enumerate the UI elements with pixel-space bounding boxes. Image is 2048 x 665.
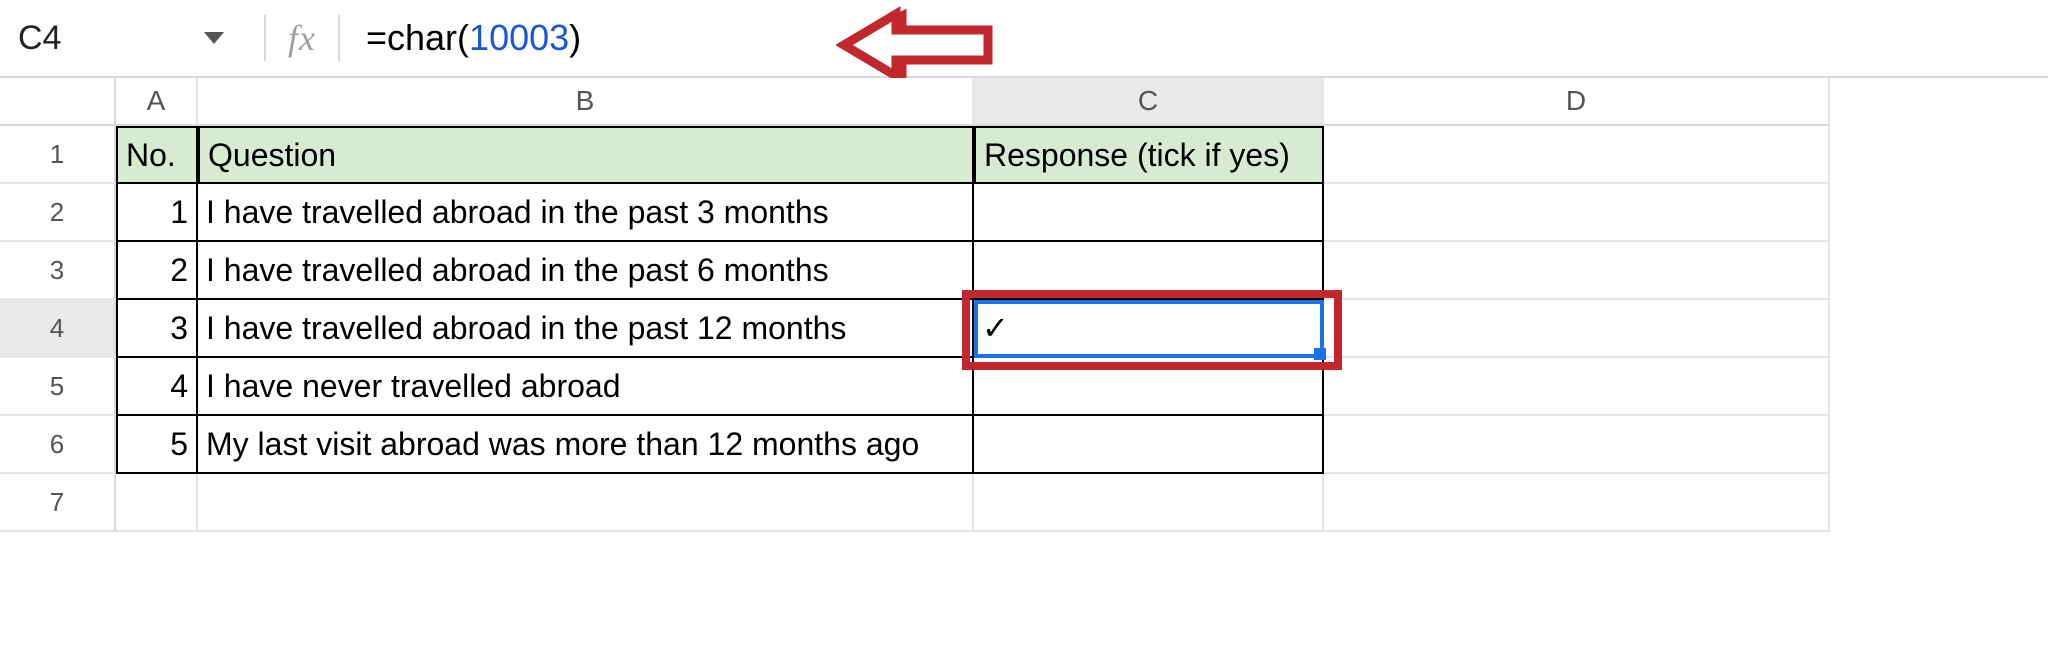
cell-A6[interactable]: 5 (116, 416, 198, 474)
cell-C2[interactable] (974, 184, 1324, 242)
table-row: 2 I have travelled abroad in the past 6 … (116, 242, 2048, 300)
cell-A2[interactable]: 1 (116, 184, 198, 242)
cell-B2[interactable]: I have travelled abroad in the past 3 mo… (198, 184, 974, 242)
table-row: 1 I have travelled abroad in the past 3 … (116, 184, 2048, 242)
row-header-7[interactable]: 7 (0, 474, 116, 532)
cell-A1[interactable]: No. (116, 126, 198, 184)
cell-D3[interactable] (1324, 242, 1830, 300)
cell-B3[interactable]: I have travelled abroad in the past 6 mo… (198, 242, 974, 300)
cell-A7[interactable] (116, 474, 198, 532)
row-header-6[interactable]: 6 (0, 416, 116, 474)
formula-bar: C4 fx =char(10003) (0, 0, 2048, 78)
table-row: 4 I have never travelled abroad (116, 358, 2048, 416)
cell-A3[interactable]: 2 (116, 242, 198, 300)
row-header-5[interactable]: 5 (0, 358, 116, 416)
row-headers: 1 2 3 4 5 6 7 (0, 78, 116, 532)
cell-C3[interactable] (974, 242, 1324, 300)
cell-B6[interactable]: My last visit abroad was more than 12 mo… (198, 416, 974, 474)
col-header-B[interactable]: B (198, 78, 974, 126)
cell-D5[interactable] (1324, 358, 1830, 416)
cell-A4[interactable]: 3 (116, 300, 198, 358)
cell-C6[interactable] (974, 416, 1324, 474)
cell-B5[interactable]: I have never travelled abroad (198, 358, 974, 416)
cell-D1[interactable] (1324, 126, 1830, 184)
cell-C4-value: ✓ (982, 309, 1009, 347)
divider (264, 15, 266, 61)
cell-D4[interactable] (1324, 300, 1830, 358)
cell-D7[interactable] (1324, 474, 1830, 532)
col-header-C[interactable]: C (974, 78, 1324, 126)
table-row: No. Question Response (tick if yes) (116, 126, 2048, 184)
row-header-1[interactable]: 1 (0, 126, 116, 184)
row-header-4[interactable]: 4 (0, 300, 116, 358)
name-box[interactable]: C4 (12, 0, 242, 76)
select-all-corner[interactable] (0, 78, 116, 126)
cell-C4[interactable]: ✓ (974, 300, 1324, 358)
cell-A5[interactable]: 4 (116, 358, 198, 416)
fx-icon: fx (288, 17, 316, 59)
col-header-A[interactable]: A (116, 78, 198, 126)
formula-open-paren: ( (457, 17, 469, 58)
grid-rows: No. Question Response (tick if yes) 1 I … (116, 126, 2048, 532)
grid: A B C D No. Question Response (tick if y… (116, 78, 2048, 532)
formula-eq: = (366, 17, 387, 58)
cell-C1[interactable]: Response (tick if yes) (974, 126, 1324, 184)
cell-D2[interactable] (1324, 184, 1830, 242)
sheet-area: 1 2 3 4 5 6 7 A B C D No. Question (0, 78, 2048, 532)
formula-arg: 10003 (469, 17, 569, 58)
formula-close-paren: ) (569, 17, 581, 58)
formula-input[interactable]: =char(10003) (362, 17, 2048, 59)
name-box-dropdown-icon[interactable] (204, 32, 224, 44)
table-row: 5 My last visit abroad was more than 12 … (116, 416, 2048, 474)
column-headers: A B C D (116, 78, 2048, 126)
cell-C5[interactable] (974, 358, 1324, 416)
cell-B4[interactable]: I have travelled abroad in the past 12 m… (198, 300, 974, 358)
row-header-3[interactable]: 3 (0, 242, 116, 300)
divider (338, 15, 340, 61)
row-header-2[interactable]: 2 (0, 184, 116, 242)
cell-D6[interactable] (1324, 416, 1830, 474)
cell-B7[interactable] (198, 474, 974, 532)
cell-C7[interactable] (974, 474, 1324, 532)
col-header-D[interactable]: D (1324, 78, 1830, 126)
table-row (116, 474, 2048, 532)
table-row: 3 I have travelled abroad in the past 12… (116, 300, 2048, 358)
name-box-ref: C4 (18, 19, 61, 58)
cell-B1[interactable]: Question (198, 126, 974, 184)
formula-fn: char (387, 17, 457, 58)
